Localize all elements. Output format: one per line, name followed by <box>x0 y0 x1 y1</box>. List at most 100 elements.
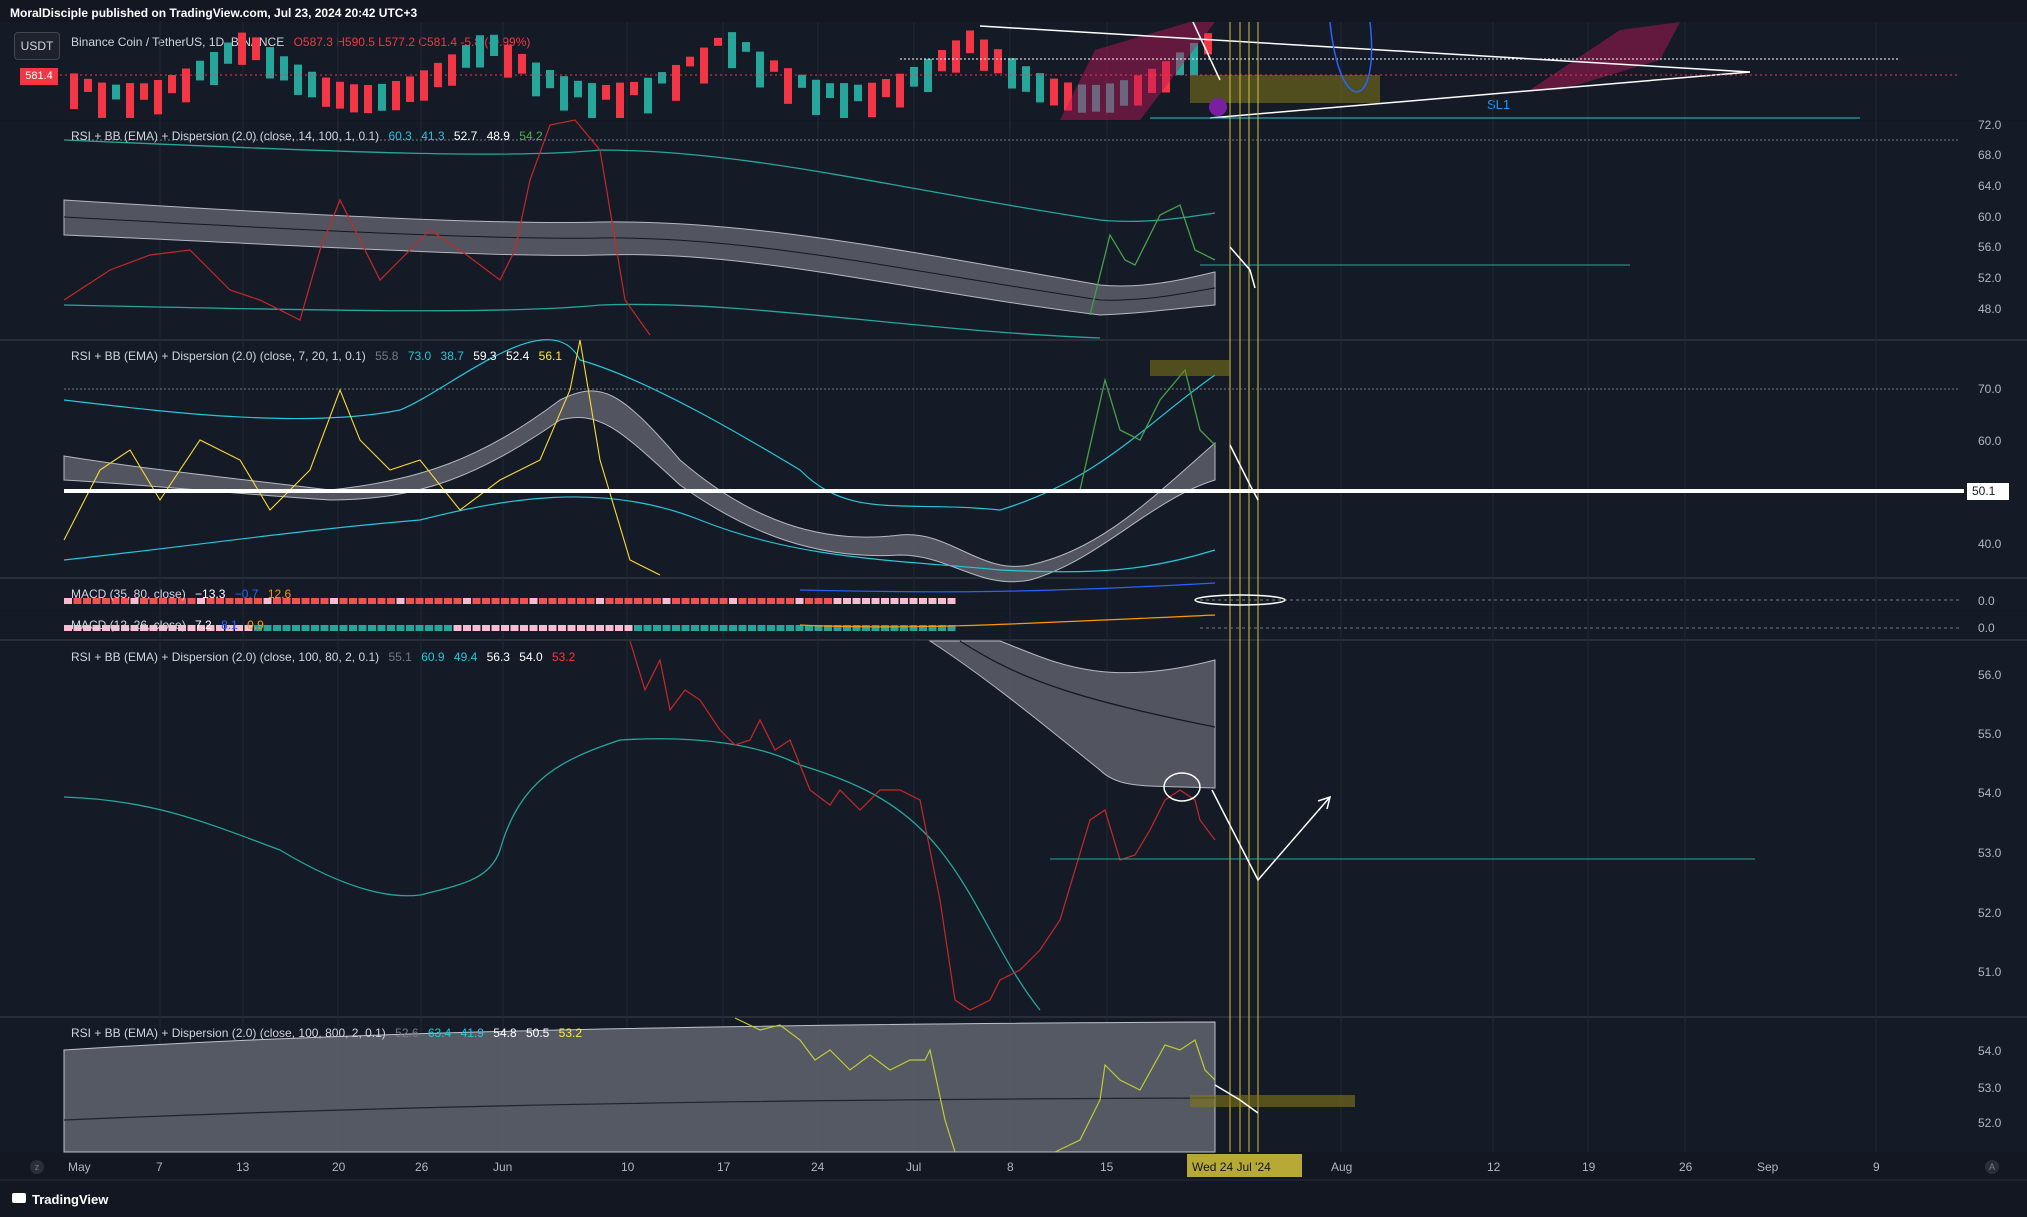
macd-bar <box>577 598 585 604</box>
macd-bar <box>615 625 623 631</box>
macd-bar <box>643 598 652 604</box>
time-tick-highlight: Wed 24 Jul '24 <box>1192 1160 1271 1174</box>
pane-value: 73.0 <box>407 349 432 363</box>
macd-bar <box>719 598 728 604</box>
macd-bar <box>653 598 661 604</box>
rsi-pane-3-title[interactable]: RSI + BB (EMA) + Dispersion (2.0) (close… <box>71 650 581 664</box>
candle <box>294 64 302 95</box>
macd-bar <box>881 625 889 631</box>
candle <box>364 84 372 114</box>
rsi-pane-1-title[interactable]: RSI + BB (EMA) + Dispersion (2.0) (close… <box>71 129 549 143</box>
macd-bar <box>805 598 813 604</box>
axis-tick: 64.0 <box>1978 179 2002 193</box>
candle <box>756 51 764 88</box>
macd-bar <box>634 598 642 604</box>
candle <box>392 81 400 111</box>
pane-value: 49.4 <box>453 650 478 664</box>
brand-label: TradingView <box>32 1192 109 1207</box>
candle <box>266 47 274 79</box>
macd-bar <box>862 625 870 631</box>
rsi-pane-2-title[interactable]: RSI + BB (EMA) + Dispersion (2.0) (close… <box>71 349 568 363</box>
macd-bar <box>434 625 443 631</box>
time-tick: 8 <box>1007 1160 1014 1174</box>
macd-bar <box>776 598 785 604</box>
macd-bar <box>776 625 785 631</box>
candle <box>672 64 680 101</box>
macd-bar <box>653 625 661 631</box>
macd-bar <box>700 625 709 631</box>
macd-bar <box>691 598 699 604</box>
macd-bar <box>501 598 509 604</box>
macd-bar <box>415 598 424 604</box>
macd-bar <box>444 598 452 604</box>
macd-bar <box>539 598 547 604</box>
macd-bar <box>843 625 851 631</box>
candle <box>546 70 554 89</box>
candle <box>686 56 694 67</box>
macd-bar <box>577 625 585 631</box>
candle <box>280 56 288 81</box>
macd-bar <box>938 598 946 604</box>
time-tick: 12 <box>1487 1160 1501 1174</box>
pane-title-text: RSI + BB (EMA) + Dispersion (2.0) (close… <box>71 650 380 664</box>
time-tick: 26 <box>1679 1160 1693 1174</box>
pane-value: 50.5 <box>525 1026 550 1040</box>
candle <box>238 32 246 65</box>
candle <box>952 40 960 73</box>
macd-bar <box>539 625 547 631</box>
candle <box>210 52 218 86</box>
candle <box>868 82 876 118</box>
candle <box>448 54 456 86</box>
candle <box>784 68 792 104</box>
candle <box>126 83 134 118</box>
time-tick: 19 <box>1582 1160 1596 1174</box>
axis-tick: 0.0 <box>1978 621 1995 635</box>
time-tick: Aug <box>1331 1160 1353 1174</box>
macd-bar <box>843 598 851 604</box>
macd-bar <box>586 598 595 604</box>
macd-pane-2-title[interactable]: MACD (12, 26, close) 7.2 8.1 0.9 <box>71 618 270 632</box>
candle <box>812 79 820 116</box>
macd-bar <box>482 625 490 631</box>
candle <box>406 76 414 102</box>
axis-tick: 51.0 <box>1978 965 2002 979</box>
macd-bar <box>339 598 348 604</box>
time-tick: 26 <box>415 1160 429 1174</box>
macd-bar <box>947 598 956 604</box>
auto-scale-button[interactable]: A <box>1985 1160 1999 1174</box>
candle <box>616 82 624 118</box>
pane-value: −13.3 <box>195 587 226 601</box>
macd-bar <box>491 598 500 604</box>
zoom-z-button[interactable]: z <box>30 1160 44 1174</box>
axis-tick: 54.0 <box>1978 1044 2002 1058</box>
candle <box>1050 78 1058 106</box>
macd-bar <box>472 598 481 604</box>
white-level-line <box>64 489 1964 493</box>
candle <box>714 37 722 46</box>
candle <box>644 77 652 114</box>
pane-value: 52.7 <box>453 129 478 143</box>
pane-value: 53.2 <box>552 650 576 664</box>
pane-value: 56.3 <box>486 650 510 664</box>
pane-value: 41.9 <box>460 1026 484 1040</box>
macd-bar <box>681 625 690 631</box>
time-tick: 13 <box>236 1160 250 1174</box>
pane-value: 54.8 <box>493 1026 517 1040</box>
pane-value: 52.4 <box>505 349 530 363</box>
macd-bar <box>387 598 395 604</box>
macd-bar <box>672 598 680 604</box>
macd-bar <box>643 625 652 631</box>
macd-bar <box>415 625 424 631</box>
macd-bar <box>862 598 870 604</box>
macd-pane-1-title[interactable]: MACD (35, 80, close) −13.3 −0.7 12.6 <box>71 587 297 601</box>
macd-bar <box>928 598 937 604</box>
candle <box>588 83 596 118</box>
time-tick: Sep <box>1757 1160 1779 1174</box>
rsi-pane-4-title[interactable]: RSI + BB (EMA) + Dispersion (2.0) (close… <box>71 1026 588 1040</box>
macd-bar <box>596 598 604 604</box>
candle <box>910 66 918 87</box>
candle <box>1204 33 1212 55</box>
candle <box>70 73 78 110</box>
macd-bar <box>368 625 376 631</box>
macd-bar <box>425 625 433 631</box>
